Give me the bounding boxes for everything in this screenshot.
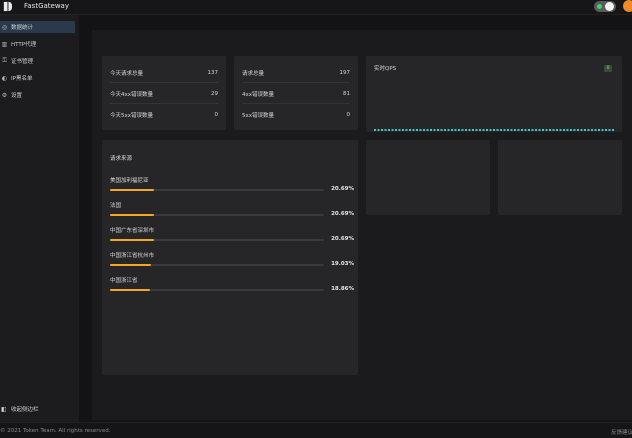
stat-row: 今天5xx错误数量 0 [110,105,218,125]
theme-toggle[interactable] [594,1,616,12]
footer: © 2021 Token Team. All rights reserved. … [0,422,632,438]
sources-title: 请求来源 [110,156,133,162]
source-progress-fill [110,264,151,266]
source-item: 中国浙江省杭州市 19.03% [110,251,354,275]
stat-row: 请求总量 197 [242,63,350,83]
gear-icon: ⚙ [1,91,8,99]
source-percent: 18.86% [331,286,354,292]
sidebar-item-label: 设置 [11,93,23,99]
source-item: 法国 20.69% [110,201,354,225]
top-bar: FastGateway [0,0,632,15]
sidebar-item-label: IP黑名单 [11,76,33,82]
sidebar-collapse-label: 收起侧边栏 [11,407,39,413]
stat-value: 0 [214,112,219,118]
today-stats-card: 今天请求总量 137 今天4xx错误数量 29 今天5xx错误数量 0 [102,56,226,130]
source-label: 法国 [110,203,122,209]
qps-card: 实时QPS 0 [366,56,622,132]
source-percent: 19.03% [331,261,354,267]
source-progress-track [110,289,324,291]
request-sources-card: 请求来源 美国加利福尼亚 20.69% 法国 20.69% 中国广东省深圳市 2… [102,140,358,375]
app-title: FastGateway [24,2,69,10]
source-percent: 20.69% [331,211,354,217]
stat-value: 197 [339,69,351,76]
sidebar-item-label: HTTP代理 [11,42,37,48]
shield-icon: ◐ [1,74,8,82]
sidebar-item-ip-blacklist[interactable]: ◐ IP黑名单 [0,72,75,84]
toggle-knob [605,2,614,11]
source-item: 美国加利福尼亚 20.69% [110,176,354,200]
total-stats-card: 请求总量 197 4xx错误数量 81 5xx错误数量 0 [234,56,358,130]
key-icon: ⚿ [2,57,7,64]
sidebar-item-http-proxy[interactable]: ▥ HTTP代理 [0,38,75,50]
empty-card [498,140,622,215]
source-percent: 20.69% [331,236,354,242]
qps-badge: 0 [604,65,612,72]
source-progress-fill [110,214,155,216]
stat-label: 今天5xx错误数量 [110,113,154,119]
collapse-icon: ◧ [1,405,7,413]
sidebar: ◎ 数据统计 ▥ HTTP代理 ⚿ 证书管理 ◐ IP黑名单 ⚙ 设置 [0,15,79,422]
logo-icon [3,1,13,12]
source-progress-track [110,214,324,216]
empty-card [366,140,490,215]
source-progress-fill [110,239,155,241]
source-item: 中国广东省深圳市 20.69% [110,226,354,250]
stat-label: 5xx错误数量 [242,113,275,119]
source-label: 美国加利福尼亚 [110,178,149,184]
sidebar-item-certificates[interactable]: ⚿ 证书管理 [0,55,75,67]
source-progress-track [110,239,324,241]
dashboard-icon: ◎ [1,23,8,31]
sidebar-item-dashboard[interactable]: ◎ 数据统计 [0,21,75,33]
stat-label: 4xx错误数量 [242,91,275,98]
stat-value: 81 [343,90,350,97]
stat-row: 今天请求总量 137 [110,63,218,83]
toggle-status-dot [597,4,602,9]
stat-row: 4xx错误数量 81 [242,84,350,104]
source-label: 中国广东省深圳市 [110,228,155,234]
source-progress-fill [110,289,151,291]
source-progress-track [110,189,324,191]
stat-label: 今天请求总量 [110,70,144,77]
copyright-text: © 2021 Token Team. All rights reserved. [0,428,111,434]
qps-line [374,129,614,131]
source-percent: 20.69% [331,186,354,192]
stat-value: 0 [346,112,351,118]
source-label: 中国浙江省杭州市 [110,253,155,259]
source-item: 中国浙江省 18.86% [110,276,354,300]
feedback-link[interactable]: 反馈建议 [611,428,632,436]
stat-row: 5xx错误数量 0 [242,105,350,125]
qps-title: 实时QPS [374,66,397,72]
stat-label: 请求总量 [242,70,265,77]
sidebar-collapse-button[interactable]: ◧ 收起侧边栏 [0,403,75,415]
source-label: 中国浙江省 [110,278,138,284]
sidebar-item-settings[interactable]: ⚙ 设置 [0,89,75,101]
sidebar-item-label: 数据统计 [11,25,34,31]
source-progress-track [110,264,324,266]
source-progress-fill [110,189,155,191]
avatar[interactable] [623,0,632,12]
stat-value: 29 [211,90,218,97]
bar-chart-icon: ▥ [1,40,8,48]
stat-value: 137 [207,69,219,76]
stat-row: 今天4xx错误数量 29 [110,84,218,104]
stat-label: 今天4xx错误数量 [110,91,154,98]
sidebar-item-label: 证书管理 [11,59,34,65]
